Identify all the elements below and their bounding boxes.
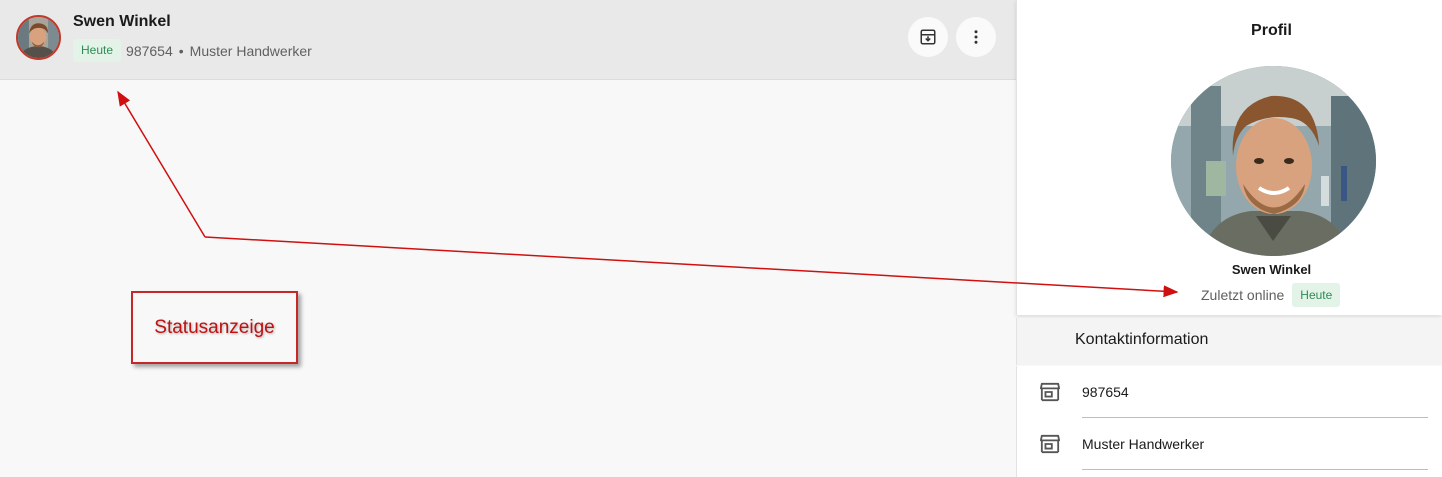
profile-title: Profil — [1251, 22, 1292, 39]
last-online-badge: Heute — [1292, 283, 1341, 307]
annotation-callout: Statusanzeige — [131, 291, 298, 364]
profile-avatar — [1171, 66, 1376, 256]
contact-subline: Heute 987654 • Muster Handwerker — [73, 39, 312, 62]
avatar-photo — [18, 17, 59, 58]
customer-number: 987654 — [126, 42, 173, 59]
profile-name: Swen Winkel — [1231, 262, 1312, 277]
archive-download-icon — [920, 29, 936, 45]
contact-info-list: 987654 Muster Handwerker — [1016, 366, 1442, 477]
app: Swen Winkel Heute 987654 • Muster Handwe… — [0, 0, 1442, 477]
contact-info-header: Kontaktinformation — [1016, 318, 1442, 365]
profile-photo — [1171, 66, 1376, 256]
chat-header: Swen Winkel Heute 987654 • Muster Handwe… — [0, 0, 1016, 80]
archive-button[interactable] — [908, 17, 948, 57]
last-online-label: Zuletzt online — [1201, 287, 1285, 303]
status-badge: Heute — [73, 39, 122, 62]
contact-item-customer-number: 987654 — [1017, 366, 1442, 418]
store-icon — [1039, 382, 1060, 402]
divider — [1082, 469, 1428, 470]
avatar[interactable] — [16, 15, 61, 60]
contact-item-value: Muster Handwerker — [1082, 436, 1205, 452]
contact-info-title: Kontaktinformation — [1075, 331, 1209, 348]
company-name: Muster Handwerker — [189, 42, 312, 59]
profile-last-online: Zuletzt online Heute — [1201, 283, 1341, 307]
more-options-button[interactable] — [956, 17, 996, 57]
store-icon — [1039, 434, 1060, 454]
profile-panel: Profil Swen Winkel Zuletzt online Heute — [1016, 0, 1442, 315]
contact-item-value: 987654 — [1082, 384, 1129, 400]
more-vert-icon — [974, 30, 978, 44]
chat-pane: Swen Winkel Heute 987654 • Muster Handwe… — [0, 0, 1016, 477]
separator-dot: • — [178, 42, 184, 59]
contact-name: Swen Winkel — [73, 13, 171, 30]
annotation-label: Statusanzeige — [154, 316, 275, 338]
contact-item-company: Muster Handwerker — [1017, 418, 1442, 470]
